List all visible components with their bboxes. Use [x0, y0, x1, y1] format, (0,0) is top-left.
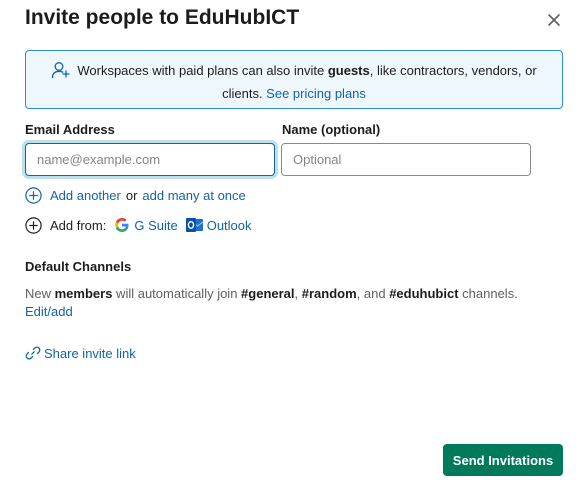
or-text: or [125, 188, 138, 203]
outlook-label: Outlook [206, 217, 252, 233]
add-from-row: Add from: G Suite Outlook [25, 216, 252, 234]
channels-text-part: , [294, 286, 302, 301]
email-address-input[interactable] [25, 143, 275, 176]
see-pricing-plans-link[interactable]: See pricing plans [266, 86, 366, 101]
name-input[interactable] [281, 143, 531, 176]
close-button[interactable] [543, 9, 565, 31]
outlook-icon [185, 217, 204, 232]
info-text-before: Workspaces with paid plans can also invi… [77, 63, 328, 78]
channels-text-part: , and [356, 286, 390, 301]
share-invite-link-label: Share invite link [44, 345, 136, 361]
channels-text-part: channels. [458, 286, 518, 301]
add-another-link[interactable]: Add another [50, 188, 121, 203]
send-invitations-button[interactable]: Send Invitations [443, 444, 563, 476]
add-another-row: Add another or add many at once [25, 187, 246, 204]
name-label: Name (optional) [282, 122, 381, 137]
email-label: Email Address [25, 122, 115, 137]
paid-plans-info-banner: Workspaces with paid plans can also invi… [25, 50, 563, 109]
channel-general: #general [241, 286, 295, 301]
channels-text-part: New [25, 286, 55, 301]
members-text: members [54, 286, 113, 301]
close-icon [548, 14, 560, 26]
default-channels-description: New members will automatically join #gen… [25, 285, 518, 303]
add-many-at-once-link[interactable]: add many at once [142, 188, 245, 203]
add-user-icon [51, 61, 71, 84]
dialog-title: Invite people to EduHubICT [25, 6, 300, 29]
outlook-button[interactable]: Outlook [185, 217, 252, 234]
circle-plus-icon [25, 216, 42, 234]
invite-dialog: Invite people to EduHubICT Workspaces wi… [0, 0, 587, 495]
circle-plus-icon [25, 187, 42, 204]
edit-add-channels-link[interactable]: Edit/add [25, 304, 73, 319]
google-icon [115, 218, 129, 232]
channel-eduhubict: #eduhubict [389, 286, 459, 301]
g-suite-label: G Suite [134, 217, 178, 233]
channels-text-part: will automatically join [112, 286, 242, 301]
default-channels-title: Default Channels [25, 259, 132, 274]
info-text-guests: guests [327, 63, 370, 78]
share-invite-link[interactable]: Share invite link [25, 345, 136, 361]
g-suite-button[interactable]: G Suite [113, 216, 178, 234]
channel-random: #random [301, 286, 357, 301]
add-from-label: Add from: [50, 217, 107, 233]
link-icon [25, 346, 41, 360]
